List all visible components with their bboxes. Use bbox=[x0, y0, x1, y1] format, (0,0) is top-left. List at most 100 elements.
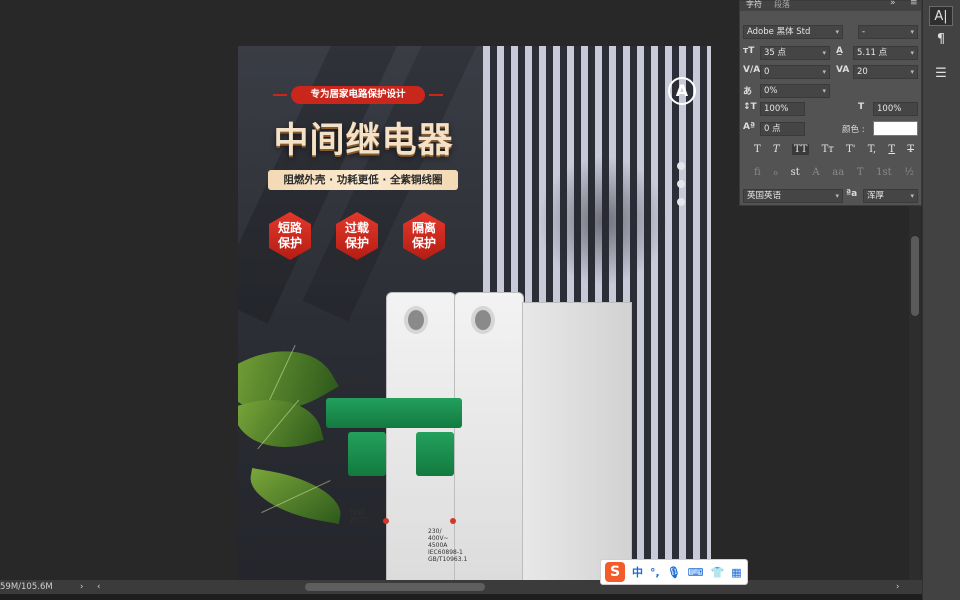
tsume-field[interactable]: 0% ▾ bbox=[760, 84, 830, 98]
vertical-scale-value: 100% bbox=[764, 104, 789, 114]
paragraph-icon[interactable]: ¶ bbox=[929, 30, 953, 50]
adjustments-icon[interactable]: ☰ bbox=[929, 64, 953, 84]
all-caps-button[interactable]: TT bbox=[791, 144, 810, 155]
chevron-down-icon: ▾ bbox=[910, 68, 914, 76]
status-bar: 59M/105.6M › ‹ › bbox=[0, 580, 922, 594]
tsume-icon: あ bbox=[743, 87, 753, 97]
breaker-toggle-lever bbox=[326, 398, 462, 428]
canvas-artwork[interactable]: 专为居家电路保护设计 中间继电器 阻燃外壳 · 功耗更低 · 全紫铜线圈 短路保… bbox=[238, 46, 711, 580]
subscript-button[interactable]: T, bbox=[868, 144, 876, 155]
horizontal-scale-field[interactable]: 100% bbox=[873, 102, 918, 116]
feature-subtitle: 阻燃外壳 · 功耗更低 · 全紫铜线圈 bbox=[268, 170, 458, 190]
underline-button[interactable]: T bbox=[888, 144, 895, 155]
faux-bold-button[interactable]: T bbox=[754, 144, 761, 155]
promo-banner: 专为居家电路保护设计 bbox=[273, 86, 443, 104]
chevron-down-icon: ▾ bbox=[910, 28, 914, 36]
tracking-field[interactable]: 20 ▾ bbox=[853, 65, 918, 79]
scrollbar-thumb[interactable] bbox=[911, 236, 919, 316]
kerning-field[interactable]: 0 ▾ bbox=[760, 65, 830, 79]
circuit-breaker-image: TEST ZT.CT 230/ 400V~ 4500A IEC60898-1 G… bbox=[326, 292, 638, 580]
photoshop-workspace: 专为居家电路保护设计 中间继电器 阻燃外壳 · 功耗更低 · 全紫铜线圈 短路保… bbox=[0, 0, 960, 600]
ordinals-button[interactable]: 1st bbox=[876, 167, 892, 178]
status-menu-icon[interactable]: › bbox=[80, 580, 83, 594]
label-line: 400V~ bbox=[428, 535, 449, 542]
chevron-down-icon: ▾ bbox=[822, 68, 826, 76]
label-line: ZT.CT bbox=[350, 517, 367, 524]
breaker-screw-hole bbox=[404, 306, 428, 334]
swash-button[interactable]: A bbox=[812, 167, 819, 178]
speckle-texture bbox=[538, 156, 668, 286]
keyboard-icon[interactable]: ⌨ bbox=[688, 566, 704, 579]
panel-menu-icon[interactable]: ≡ bbox=[910, 0, 918, 8]
punctuation-toggle[interactable]: °, bbox=[650, 566, 660, 579]
chevron-down-icon: ▾ bbox=[910, 192, 914, 200]
ime-mode-toggle[interactable]: 中 bbox=[632, 564, 643, 580]
ligature-button[interactable]: fi bbox=[754, 167, 761, 178]
language-select[interactable]: 英国英语 ▾ bbox=[743, 189, 843, 203]
chevron-down-icon: ▾ bbox=[910, 49, 914, 57]
panel-tabs: 字符 段落 » ≡ bbox=[740, 0, 921, 11]
taskbar-strip bbox=[0, 594, 922, 600]
font-style-buttons: T T TT Tт T' T, T T bbox=[754, 144, 914, 155]
badge-line: 保护 bbox=[344, 236, 369, 250]
color-label: 颜色 : bbox=[842, 125, 865, 135]
font-family-select[interactable]: Adobe 黑体 Std ▾ bbox=[743, 25, 843, 39]
font-style-select[interactable]: - ▾ bbox=[858, 25, 918, 39]
leading-value: 5.11 点 bbox=[857, 48, 888, 58]
discretionary-ligature-button[interactable]: ℴ bbox=[773, 167, 778, 178]
text-color-swatch[interactable] bbox=[873, 121, 918, 136]
fractions-button[interactable]: ½ bbox=[904, 167, 914, 178]
baseline-shift-value: 0 点 bbox=[764, 124, 781, 134]
tab-character[interactable]: 字符 bbox=[746, 0, 762, 10]
vertical-scale-icon: ↕T bbox=[743, 102, 757, 112]
brand-logo: A bbox=[668, 77, 696, 105]
baseline-shift-field[interactable]: 0 点 bbox=[760, 122, 805, 136]
scroll-right-icon[interactable]: › bbox=[896, 580, 899, 594]
font-style-value: - bbox=[862, 27, 866, 37]
breaker-screw-hole bbox=[471, 306, 495, 334]
ime-toolbar[interactable]: S 中 °, 🎙 ⌨ 👕 ▦ bbox=[600, 559, 748, 585]
strikethrough-button[interactable]: T bbox=[907, 144, 914, 155]
tab-paragraph[interactable]: 段落 bbox=[774, 0, 790, 10]
vertical-scale-field[interactable]: 100% bbox=[760, 102, 805, 116]
skin-icon[interactable]: 👕 bbox=[711, 566, 725, 579]
stylistic-alternates-button[interactable]: st bbox=[791, 167, 800, 178]
tsume-value: 0% bbox=[764, 86, 778, 96]
tracking-icon: VA bbox=[836, 65, 850, 75]
tracking-value: 20 bbox=[857, 67, 868, 77]
badge-line: 隔离 bbox=[411, 221, 436, 235]
stylistic-set-button[interactable]: aa bbox=[832, 167, 844, 178]
document-size: 59M/105.6M bbox=[0, 582, 53, 592]
antialias-icon: ªa bbox=[846, 189, 858, 199]
font-size-icon: ᴛT bbox=[743, 46, 755, 56]
kerning-icon: V/A bbox=[743, 65, 761, 75]
small-caps-button[interactable]: Tт bbox=[822, 144, 834, 155]
panel-dock-toolbar: A| ¶ ☰ bbox=[922, 0, 960, 600]
titling-button[interactable]: T bbox=[857, 167, 864, 178]
font-family-value: Adobe 黑体 Std bbox=[747, 27, 811, 37]
leading-field[interactable]: 5.11 点 ▾ bbox=[853, 46, 918, 60]
chevron-down-icon: ▾ bbox=[822, 87, 826, 95]
superscript-button[interactable]: T' bbox=[846, 144, 855, 155]
badge-line: 短路 bbox=[277, 221, 302, 235]
breaker-side bbox=[522, 302, 632, 580]
label-line: TEST bbox=[350, 510, 365, 517]
faux-italic-button[interactable]: T bbox=[773, 144, 780, 155]
antialias-select[interactable]: 浑厚 ▾ bbox=[863, 189, 918, 203]
font-size-field[interactable]: 35 点 ▾ bbox=[760, 46, 830, 60]
kerning-value: 0 bbox=[764, 67, 770, 77]
scroll-left-icon[interactable]: ‹ bbox=[97, 580, 100, 594]
horizontal-scrollbar-thumb[interactable] bbox=[305, 583, 485, 591]
breaker-handle-left bbox=[348, 432, 386, 476]
vertical-scrollbar[interactable] bbox=[909, 206, 921, 580]
breaker-indicator bbox=[450, 518, 456, 524]
badge-line: 过载 bbox=[344, 221, 369, 235]
sogou-logo-icon[interactable]: S bbox=[605, 562, 625, 582]
label-line: GB/T10963.1 bbox=[428, 556, 468, 563]
breaker-test-label: TEST ZT.CT bbox=[350, 510, 367, 524]
microphone-icon[interactable]: 🎙 bbox=[667, 566, 681, 579]
character-icon[interactable]: A| bbox=[929, 6, 953, 26]
toolbox-icon[interactable]: ▦ bbox=[731, 566, 741, 579]
collapse-icon[interactable]: » bbox=[890, 0, 896, 8]
product-headline: 中间继电器 bbox=[273, 120, 454, 161]
